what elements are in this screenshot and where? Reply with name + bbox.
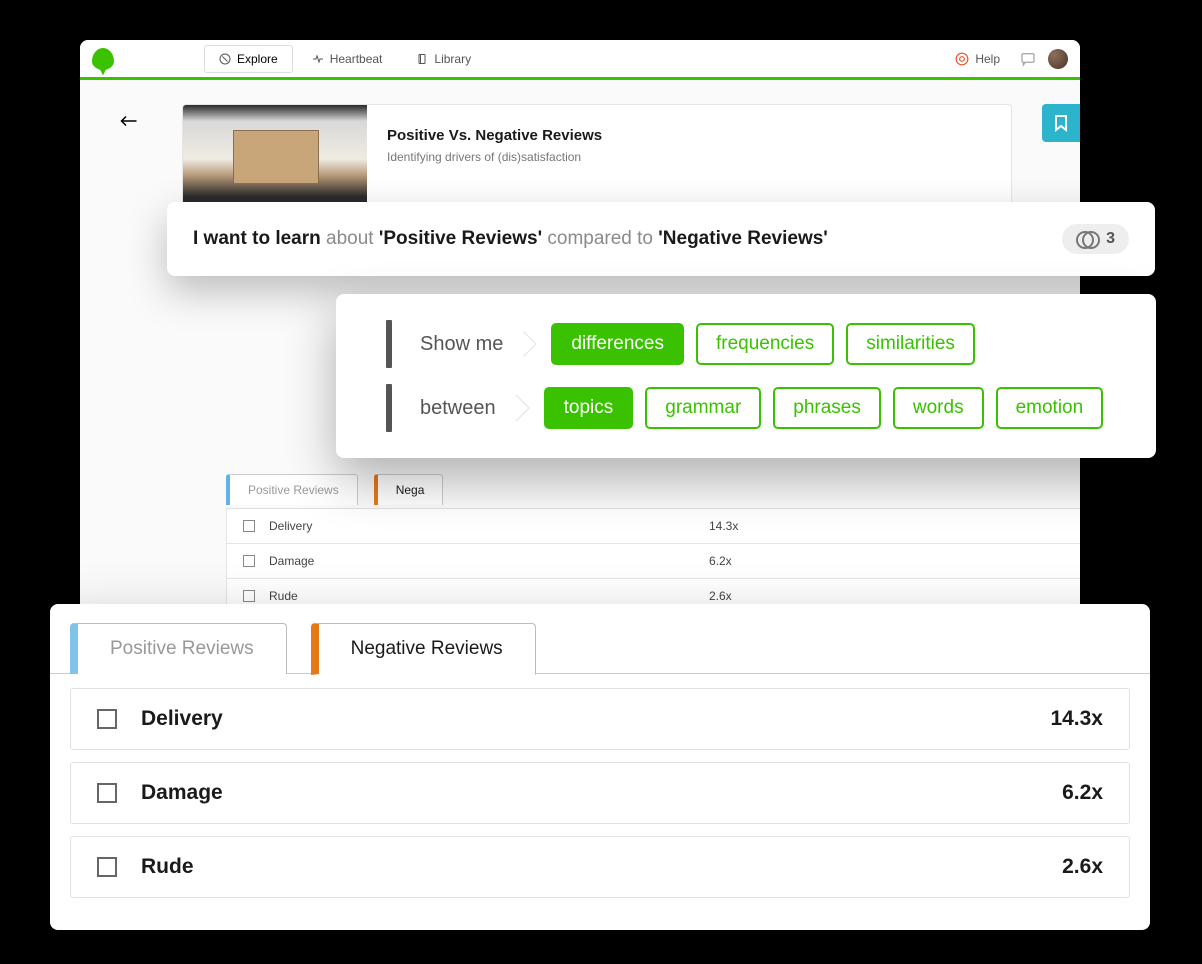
book-icon xyxy=(416,53,428,65)
qb-prompt-between: between xyxy=(404,389,512,428)
brand-logo[interactable] xyxy=(92,48,114,70)
results-tabs: Positive Reviews Negative Reviews xyxy=(50,604,1150,674)
chip-similarities[interactable]: similarities xyxy=(846,323,975,365)
nav-tab-label: Explore xyxy=(237,52,278,66)
nav-tab-label: Heartbeat xyxy=(330,52,383,66)
qb-row-between: between topics grammar phrases words emo… xyxy=(386,384,1126,432)
nav-tabs: Explore Heartbeat Library xyxy=(204,45,486,73)
result-row[interactable]: Damage 6.2x xyxy=(70,762,1130,824)
page-subtitle: Identifying drivers of (dis)satisfaction xyxy=(387,150,602,164)
row-value: 2.6x xyxy=(1062,855,1103,879)
user-avatar[interactable] xyxy=(1048,49,1068,69)
row-value: 2.6x xyxy=(709,589,732,603)
venn-icon xyxy=(1076,231,1098,247)
row-label: Rude xyxy=(141,855,1062,879)
activity-icon xyxy=(312,53,324,65)
compass-icon xyxy=(219,53,231,65)
header-text: Positive Vs. Negative Reviews Identifyin… xyxy=(367,105,622,211)
bookmark-icon xyxy=(1054,114,1068,132)
results-panel: Positive Reviews Negative Reviews Delive… xyxy=(50,604,1150,930)
nav-tab-heartbeat[interactable]: Heartbeat xyxy=(297,45,398,73)
checkbox[interactable] xyxy=(97,857,117,877)
bg-tabs: Positive Reviews Nega xyxy=(226,474,443,505)
chip-phrases[interactable]: phrases xyxy=(773,387,881,429)
row-label: Delivery xyxy=(269,519,709,533)
top-navbar: Explore Heartbeat Library Help xyxy=(80,40,1080,80)
qb-row-showme: Show me differences frequencies similari… xyxy=(386,320,1126,368)
qb-chips-dimension: topics grammar phrases words emotion xyxy=(544,387,1104,429)
chip-frequencies[interactable]: frequencies xyxy=(696,323,834,365)
chat-icon[interactable] xyxy=(1020,51,1036,67)
header-card: Positive Vs. Negative Reviews Identifyin… xyxy=(182,104,1012,212)
bg-rows: Delivery 14.3x Damage 6.2x Rude 2.6x xyxy=(226,508,1080,614)
filter-pill[interactable]: 3 xyxy=(1062,224,1129,254)
row-value: 6.2x xyxy=(1062,781,1103,805)
nav-tab-library[interactable]: Library xyxy=(401,45,486,73)
page-title: Positive Vs. Negative Reviews xyxy=(387,127,602,144)
learn-text: I want to learn about 'Positive Reviews'… xyxy=(193,228,828,250)
checkbox[interactable] xyxy=(97,783,117,803)
header-area: Positive Vs. Negative Reviews Identifyin… xyxy=(80,80,1080,212)
checkbox[interactable] xyxy=(97,709,117,729)
help-label: Help xyxy=(975,52,1000,66)
back-button[interactable] xyxy=(120,114,138,128)
checkbox[interactable] xyxy=(243,555,255,567)
arrow-left-icon xyxy=(120,114,138,128)
result-row[interactable]: Delivery 14.3x xyxy=(70,688,1130,750)
lifesaver-icon xyxy=(955,52,969,66)
header-image xyxy=(183,105,367,212)
row-label: Rude xyxy=(269,589,709,603)
result-row[interactable]: Rude 2.6x xyxy=(70,836,1130,898)
row-value: 14.3x xyxy=(709,519,738,533)
bg-tab-positive[interactable]: Positive Reviews xyxy=(226,474,358,505)
chip-differences[interactable]: differences xyxy=(551,323,684,365)
chip-emotion[interactable]: emotion xyxy=(996,387,1104,429)
help-button[interactable]: Help xyxy=(947,48,1008,70)
chip-grammar[interactable]: grammar xyxy=(645,387,761,429)
bg-row[interactable]: Damage 6.2x xyxy=(226,544,1080,579)
chip-words[interactable]: words xyxy=(893,387,984,429)
bg-row[interactable]: Delivery 14.3x xyxy=(226,509,1080,544)
bookmark-button[interactable] xyxy=(1042,104,1080,142)
qb-chips-measure: differences frequencies similarities xyxy=(551,323,975,365)
row-label: Damage xyxy=(269,554,709,568)
qb-marker xyxy=(386,384,392,432)
nav-tab-label: Library xyxy=(434,52,471,66)
tab-negative-reviews[interactable]: Negative Reviews xyxy=(311,623,536,675)
row-value: 14.3x xyxy=(1050,707,1103,731)
bg-tab-negative[interactable]: Nega xyxy=(374,474,444,505)
checkbox[interactable] xyxy=(243,520,255,532)
learn-bar: I want to learn about 'Positive Reviews'… xyxy=(167,202,1155,276)
qb-marker xyxy=(386,320,392,368)
row-label: Delivery xyxy=(141,707,1050,731)
query-builder: Show me differences frequencies similari… xyxy=(336,294,1156,458)
filter-count: 3 xyxy=(1106,230,1115,248)
checkbox[interactable] xyxy=(243,590,255,602)
row-value: 6.2x xyxy=(709,554,732,568)
qb-prompt-showme: Show me xyxy=(404,325,519,364)
nav-tab-explore[interactable]: Explore xyxy=(204,45,293,73)
row-label: Damage xyxy=(141,781,1062,805)
results-rows: Delivery 14.3x Damage 6.2x Rude 2.6x xyxy=(50,674,1150,898)
tab-positive-reviews[interactable]: Positive Reviews xyxy=(70,623,287,674)
chip-topics[interactable]: topics xyxy=(544,387,634,429)
